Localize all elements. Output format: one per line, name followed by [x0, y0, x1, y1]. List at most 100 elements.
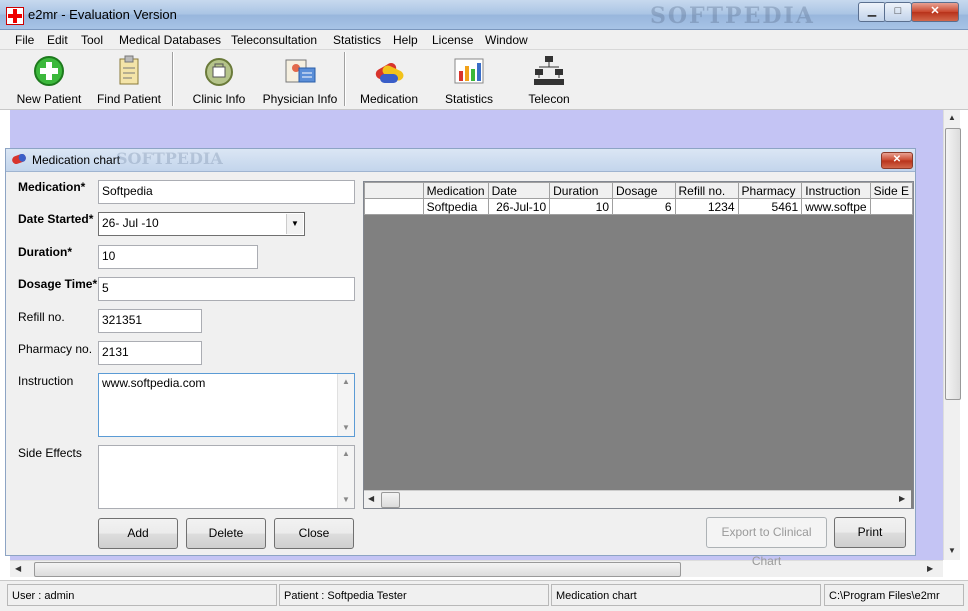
horizontal-scroll-thumb[interactable]	[34, 562, 681, 577]
refill-no-label: Refill no.	[18, 310, 65, 324]
scroll-left-arrow-icon[interactable]: ◀	[15, 564, 21, 573]
dosage-time-label: Dosage Time*	[18, 277, 98, 291]
new-patient-label: New Patient	[16, 92, 82, 106]
grid-horizontal-scrollbar[interactable]: ◀ ▶	[364, 490, 911, 508]
status-path: C:\Program Files\e2mr	[824, 584, 964, 606]
column-header-medication[interactable]: Medication	[422, 182, 489, 199]
column-header-duration[interactable]: Duration	[549, 182, 614, 199]
table-cell[interactable]: 10	[549, 198, 614, 215]
telecon-icon	[534, 56, 564, 85]
grid-scroll-thumb[interactable]	[381, 492, 400, 508]
refill-no-input[interactable]: 321351	[98, 309, 202, 333]
medication-input[interactable]: Softpedia	[98, 180, 355, 204]
medication-chart-window: Medication chart SOFTPEDIA ✕ Medication*…	[5, 148, 916, 568]
table-cell[interactable]: Softpedia	[422, 198, 489, 215]
medication-label: Medication*	[18, 180, 86, 194]
menu-edit[interactable]: Edit	[47, 33, 68, 47]
duration-input[interactable]: 10	[98, 245, 258, 269]
date-started-value: 26- Jul -10	[102, 216, 159, 230]
delete-button[interactable]: Delete	[186, 518, 266, 549]
title-bar: e2mr - Evaluation Version SOFTPEDIA ▁ □ …	[0, 0, 968, 30]
scroll-down-arrow-icon[interactable]: ▼	[342, 495, 350, 504]
scroll-right-arrow-icon[interactable]: ▶	[899, 494, 905, 503]
column-header-instruction[interactable]: Instruction	[801, 182, 871, 199]
row-selector-cell[interactable]	[364, 198, 424, 215]
scroll-left-arrow-icon[interactable]: ◀	[368, 494, 374, 503]
table-cell[interactable]	[869, 198, 914, 215]
physician-info-label: Physician Info	[262, 92, 338, 106]
duration-label: Duration*	[18, 245, 72, 259]
minimize-button[interactable]: ▁	[858, 2, 886, 22]
scroll-up-arrow-icon[interactable]: ▲	[342, 377, 350, 386]
pharmacy-no-label: Pharmacy no.	[18, 342, 93, 356]
scroll-right-arrow-icon[interactable]: ▶	[927, 564, 933, 573]
softpedia-watermark: SOFTPEDIA	[116, 149, 223, 168]
find-patient-icon	[119, 55, 139, 85]
find-patient-label: Find Patient	[96, 92, 162, 106]
close-window-button[interactable]: ✕	[911, 2, 959, 22]
table-cell[interactable]: www.softpe	[801, 198, 871, 215]
statistics-icon	[454, 58, 484, 84]
table-row[interactable]: Softpedia 26-Jul-10 10 6 1234 5461 www.s…	[364, 198, 914, 215]
row-selector-header[interactable]	[364, 182, 424, 199]
toolbar-separator	[172, 52, 174, 106]
status-patient: Patient : Softpedia Tester	[279, 584, 549, 606]
table-header-row: Medication Date Duration Dosage Refill n…	[364, 182, 914, 199]
column-header-refill-no[interactable]: Refill no.	[674, 182, 739, 199]
scroll-down-arrow-icon[interactable]: ▼	[948, 546, 956, 555]
medication-table: Medication Date Duration Dosage Refill n…	[364, 182, 914, 215]
menu-teleconsultation[interactable]: Teleconsultation	[231, 33, 317, 47]
scroll-up-arrow-icon[interactable]: ▲	[342, 449, 350, 458]
status-user: User : admin	[7, 584, 277, 606]
column-header-date[interactable]: Date	[487, 182, 551, 199]
new-patient-icon	[34, 56, 64, 86]
table-cell[interactable]: 5461	[737, 198, 803, 215]
menu-license[interactable]: License	[432, 33, 473, 47]
print-button[interactable]: Print	[834, 517, 906, 548]
maximize-button[interactable]: □	[884, 2, 912, 22]
dosage-time-input[interactable]: 5	[98, 277, 355, 301]
date-started-picker[interactable]: 26- Jul -10 ▼	[98, 212, 305, 236]
clinic-info-label: Clinic Info	[192, 92, 246, 106]
app-red-cross-icon[interactable]	[6, 7, 24, 25]
instruction-scrollbar[interactable]: ▲ ▼	[337, 374, 354, 436]
side-effects-textarea[interactable]: ▲ ▼	[98, 445, 355, 509]
add-button[interactable]: Add	[98, 518, 178, 549]
medication-grid[interactable]: Medication Date Duration Dosage Refill n…	[363, 181, 914, 509]
vertical-scroll-thumb[interactable]	[945, 128, 961, 400]
toolbar-separator	[344, 52, 346, 106]
medication-chart-titlebar: Medication chart SOFTPEDIA ✕	[6, 149, 915, 172]
menu-window[interactable]: Window	[485, 33, 528, 47]
pharmacy-no-input[interactable]: 2131	[98, 341, 202, 365]
instruction-textarea[interactable]: www.softpedia.com ▲ ▼	[98, 373, 355, 437]
menu-tool[interactable]: Tool	[81, 33, 103, 47]
table-cell[interactable]: 26-Jul-10	[487, 198, 551, 215]
column-header-pharmacy[interactable]: Pharmacy	[737, 182, 803, 199]
clinic-info-icon	[205, 58, 233, 86]
scroll-up-arrow-icon[interactable]: ▲	[948, 113, 956, 122]
toolbar: New Patient Find Patient Clinic Info Phy…	[0, 50, 968, 110]
column-header-side-effects[interactable]: Side E	[869, 182, 914, 199]
column-header-dosage[interactable]: Dosage	[612, 182, 676, 199]
table-cell[interactable]: 1234	[674, 198, 739, 215]
pill-icon	[12, 154, 26, 164]
chevron-down-icon[interactable]: ▼	[286, 214, 303, 234]
close-chart-window-button[interactable]: ✕	[881, 152, 913, 169]
mdi-vertical-scrollbar[interactable]: ▲ ▼	[943, 110, 961, 560]
menu-bar: File Edit Tool Medical Databases Telecon…	[0, 30, 968, 50]
telecon-label: Telecon	[528, 92, 570, 106]
status-current-form: Medication chart	[551, 584, 821, 606]
side-effects-scrollbar[interactable]: ▲ ▼	[337, 446, 354, 508]
instruction-label: Instruction	[18, 374, 74, 388]
export-to-clinical-chart-button[interactable]: Export to Clinical Chart	[706, 517, 827, 568]
menu-medical-databases[interactable]: Medical Databases	[119, 33, 221, 47]
close-button[interactable]: Close	[274, 518, 354, 549]
medication-chart-title: Medication chart	[32, 153, 121, 167]
menu-statistics[interactable]: Statistics	[333, 33, 381, 47]
menu-file[interactable]: File	[15, 33, 34, 47]
menu-help[interactable]: Help	[393, 33, 418, 47]
scroll-down-arrow-icon[interactable]: ▼	[342, 423, 350, 432]
status-bar: User : admin Patient : Softpedia Tester …	[0, 580, 968, 611]
table-cell[interactable]: 6	[612, 198, 676, 215]
mdi-horizontal-scrollbar[interactable]: ◀ ▶	[10, 560, 943, 577]
